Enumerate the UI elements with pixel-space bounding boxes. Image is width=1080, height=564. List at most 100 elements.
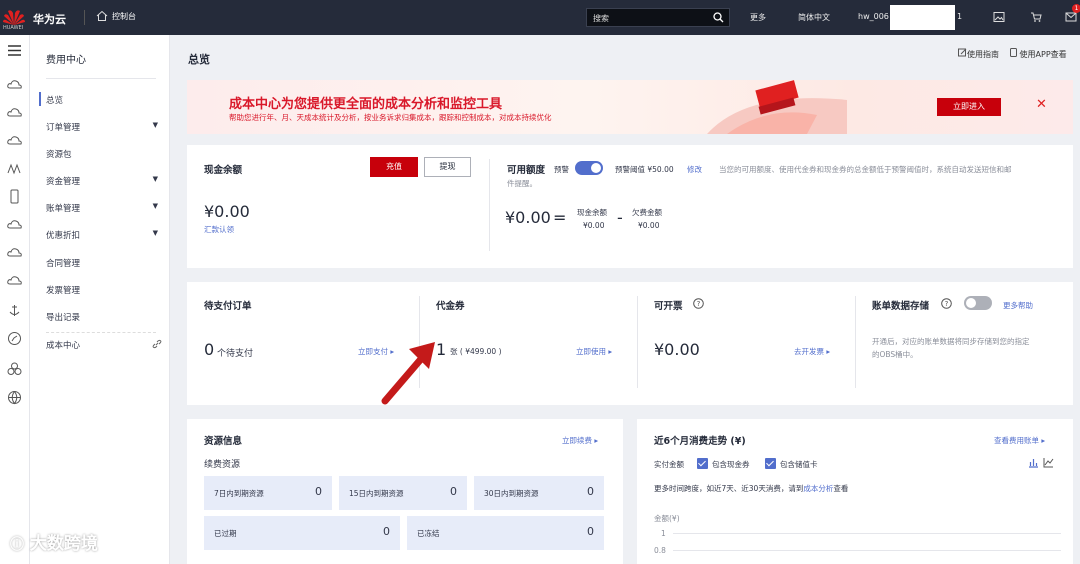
include-cash-coupon-checkbox[interactable] (697, 458, 708, 469)
top-navigation-bar: HUAWEI 华为云 控制台 搜索 更多 简体中文 hw_006 1 1 (0, 0, 1080, 35)
available-credit-title: 可用额度 (507, 165, 546, 176)
include-stored-card-label: 包含储值卡 (780, 460, 818, 469)
guide-link[interactable]: 使用指南 (958, 48, 999, 60)
alert-toggle[interactable] (575, 161, 603, 175)
hint-suffix: 查看 (833, 484, 849, 493)
image-icon[interactable] (993, 11, 1005, 23)
expired-box[interactable]: 已过期 0 (204, 516, 400, 550)
user-menu[interactable]: hw_006 (858, 12, 889, 21)
sidebar-item-orders[interactable]: 订单管理 ▼ (46, 121, 158, 133)
sidebar-title: 费用中心 (46, 55, 86, 66)
monitor-icon[interactable] (7, 161, 22, 176)
issue-invoice-link[interactable]: 去开发票 ▸ (794, 346, 830, 357)
user-name-mask (890, 5, 955, 30)
bar-chart-icon[interactable] (1028, 457, 1039, 468)
cloud-service-icon[interactable] (7, 217, 22, 232)
expiring-30-days-box[interactable]: 30日内到期资源 0 (474, 476, 604, 510)
banner-illustration (707, 80, 847, 134)
brand-name[interactable]: 华为云 (33, 11, 66, 27)
close-icon[interactable]: ✕ (1036, 97, 1047, 112)
use-coupon-link[interactable]: 立即使用 ▸ (576, 346, 612, 357)
sidebar-item-contracts[interactable]: 合同管理 (46, 257, 158, 269)
sidebar-item-label: 合同管理 (46, 259, 81, 269)
app-link[interactable]: 使用APP查看 (1010, 48, 1067, 60)
console-link[interactable]: 控制台 (96, 10, 136, 22)
more-menu[interactable]: 更多 (750, 12, 766, 23)
recharge-button[interactable]: 充值 (370, 157, 418, 177)
remit-claim-link[interactable]: 汇款认领 (204, 224, 234, 235)
cloud-service-icon[interactable] (7, 273, 22, 288)
invoiceable-title: 可开票 (654, 301, 683, 312)
resource-box-value: 0 (587, 525, 594, 538)
sidebar-divider (46, 332, 156, 333)
line-chart-icon[interactable] (1043, 457, 1054, 468)
sidebar-item-discounts[interactable]: 优惠折扣 ▼ (46, 229, 158, 241)
active-indicator (39, 92, 41, 106)
cart-icon[interactable] (1030, 11, 1042, 23)
spending-trend-title: 近6个月消费走势 (¥) (654, 436, 746, 447)
topbar-divider (84, 10, 85, 25)
y-axis-label: 金额(¥) (654, 514, 680, 523)
pending-orders-title: 待支付订单 (204, 301, 252, 312)
globe-icon[interactable] (7, 390, 22, 405)
cloud-service-icon[interactable] (7, 77, 22, 92)
search-icon[interactable] (713, 12, 724, 23)
resource-box-label: 已冻结 (417, 529, 440, 538)
coupon-detail: 张 ( ¥499.00 ) (450, 347, 502, 356)
external-link-icon (152, 339, 162, 349)
sidebar-item-overview[interactable]: 总览 (46, 94, 158, 106)
anchor-icon[interactable] (7, 303, 22, 318)
logo-text: HUAWEI (3, 25, 24, 31)
expiring-15-days-box[interactable]: 15日内到期资源 0 (339, 476, 467, 510)
more-help-link[interactable]: 更多帮助 (1003, 300, 1033, 311)
menu-icon[interactable] (7, 43, 22, 58)
renew-now-link[interactable]: 立即续费 ▸ (562, 435, 598, 446)
billing-sidebar: 费用中心 总览 订单管理 ▼ 资源包 资金管理 ▼ 账单管理 ▼ 优惠折扣 ▼ 合同管理… (30, 35, 170, 564)
console-label: 控制台 (112, 11, 136, 21)
cloud-service-icon[interactable] (7, 133, 22, 148)
sidebar-item-funds[interactable]: 资金管理 ▼ (46, 175, 158, 187)
bill-storage-toggle[interactable] (964, 296, 992, 310)
include-stored-card-checkbox[interactable] (765, 458, 776, 469)
cloud-service-icon[interactable] (7, 245, 22, 260)
actual-amount-label: 实付金额 (654, 460, 684, 469)
watermark-logo-icon: ⓘ (10, 537, 24, 553)
sidebar-item-invoices[interactable]: 发票管理 (46, 284, 158, 296)
cloud-service-icon[interactable] (7, 105, 22, 120)
gridline (673, 533, 1061, 534)
sidebar-item-exports[interactable]: 导出记录 (46, 311, 158, 323)
cash-balance-amount: ¥0.00 (204, 202, 250, 221)
available-credit-amount: ¥0.00 (505, 208, 551, 227)
toggle-knob (966, 298, 976, 308)
bill-storage-title: 账单数据存储 (872, 301, 930, 312)
sidebar-item-cost-center[interactable]: 成本中心 (46, 339, 162, 351)
pending-orders-unit: 个待支付 (217, 349, 254, 359)
renewal-resources-subtitle: 续费资源 (204, 460, 241, 470)
search-input[interactable]: 搜索 (586, 8, 730, 27)
user-menu-suffix[interactable]: 1 (957, 12, 962, 21)
watermark-text: 大数跨境 (29, 534, 98, 554)
edit-threshold-link[interactable]: 修改 (687, 164, 702, 175)
frozen-box[interactable]: 已冻结 0 (407, 516, 604, 550)
watermark: ⓘ 大数跨境 (10, 529, 98, 554)
home-icon (96, 10, 108, 21)
sidebar-item-bills[interactable]: 账单管理 ▼ (46, 202, 158, 214)
cluster-icon[interactable] (7, 361, 22, 376)
phone-icon[interactable] (7, 189, 22, 204)
view-bills-link[interactable]: 查看费用账单 ▸ (994, 435, 1045, 446)
help-icon[interactable]: ? (693, 298, 704, 309)
enter-cost-center-button[interactable]: 立即进入 (937, 98, 1001, 116)
sidebar-item-label: 资源包 (46, 150, 72, 160)
compass-icon[interactable] (7, 331, 22, 346)
resource-box-label: 30日内到期资源 (484, 489, 539, 498)
cost-analysis-link[interactable]: 成本分析 (803, 484, 833, 493)
help-icon[interactable]: ? (941, 298, 952, 309)
language-menu[interactable]: 简体中文 (798, 12, 830, 23)
withdraw-button[interactable]: 提现 (424, 157, 471, 177)
y-tick-label: 0.8 (654, 546, 666, 555)
service-icon-rail (0, 35, 30, 564)
alert-label: 预警 (554, 165, 569, 174)
expiring-7-days-box[interactable]: 7日内到期资源 0 (204, 476, 332, 510)
sidebar-item-resource-packages[interactable]: 资源包 (46, 148, 158, 160)
svg-text:?: ? (945, 300, 949, 308)
